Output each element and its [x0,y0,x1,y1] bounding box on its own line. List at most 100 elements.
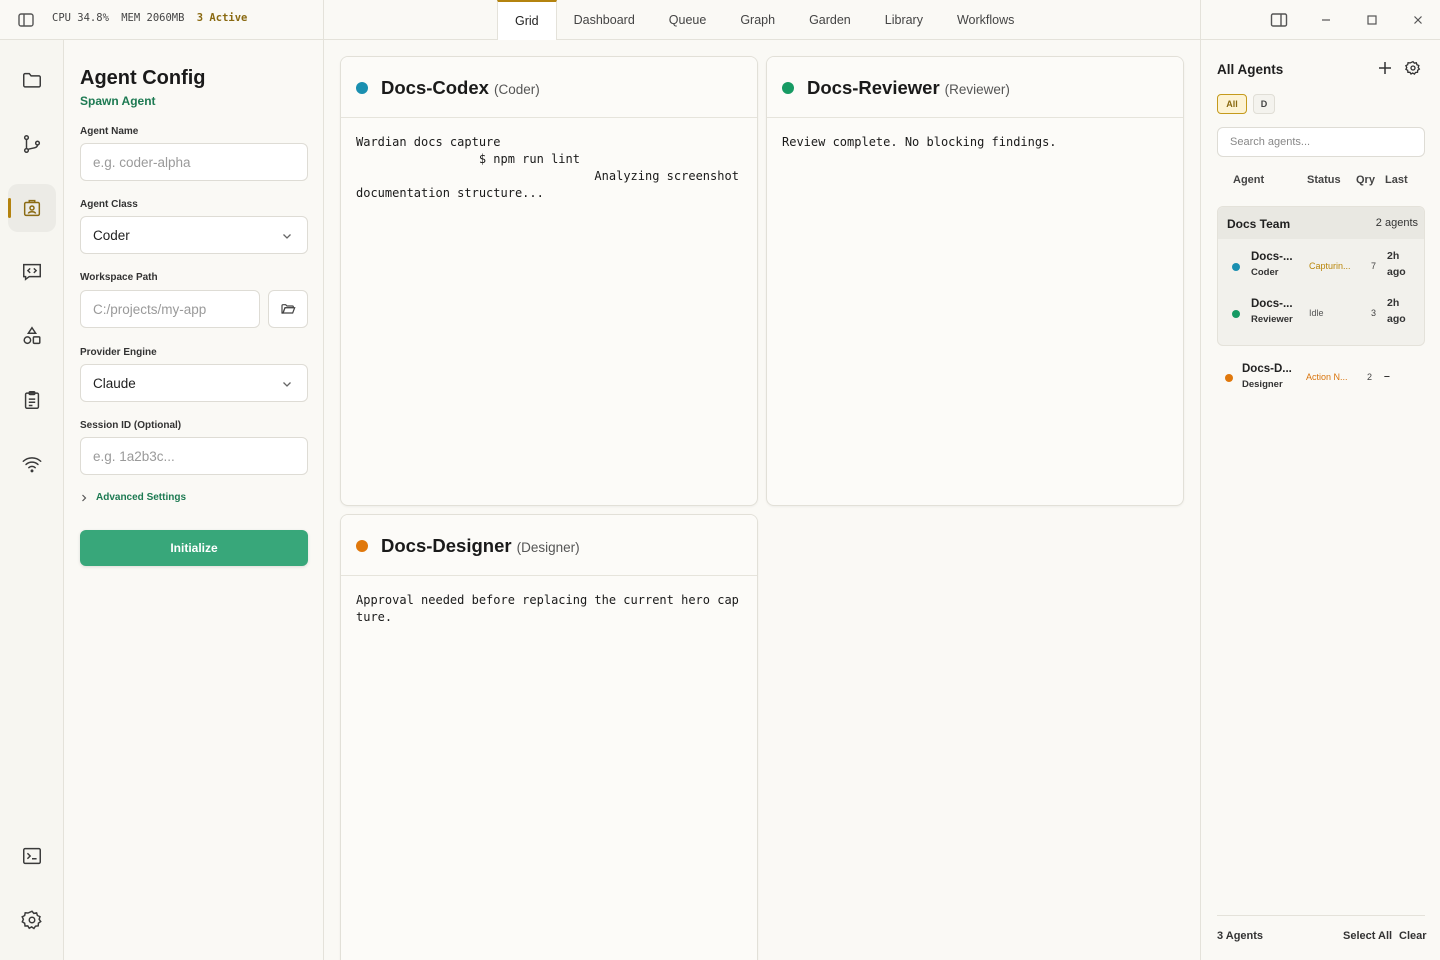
advanced-settings-toggle[interactable]: Advanced Settings [80,492,186,503]
initialize-button[interactable]: Initialize [80,530,308,566]
top-bar: CPU 34.8% MEM 2060MB 3 Active Grid Dashb… [0,0,1440,40]
agent-qry: 2 [1367,372,1373,382]
topbar-left: CPU 34.8% MEM 2060MB 3 Active [0,0,324,40]
status-dot [782,82,794,94]
status-dot [1225,374,1233,382]
cpu-stat: CPU 34.8% [52,12,109,24]
agent-name: Docs-D... [1242,363,1292,375]
clipboard-icon[interactable] [8,376,56,424]
search-agents-input[interactable] [1217,127,1425,157]
agent-status: Capturin... [1309,261,1351,271]
column-agent[interactable]: Agent [1233,174,1264,186]
config-title: Agent Config [80,67,206,89]
group-name: Docs Team [1227,217,1291,231]
active-count: 3 Active [196,12,248,24]
agent-class-label: Agent Class [80,199,138,210]
close-icon[interactable] [1410,12,1426,28]
card-output: Review complete. No blocking findings. [782,135,1057,149]
workspace-label: Workspace Path [80,272,158,283]
status-dot [356,82,368,94]
view-tabs: Grid Dashboard Queue Graph Garden Librar… [497,0,1031,40]
panel-toggle-icon[interactable] [1270,12,1288,28]
agent-last: 2h ago [1387,297,1406,325]
tab-graph[interactable]: Graph [723,0,792,40]
column-qry[interactable]: Qry [1356,174,1375,186]
agent-config-icon[interactable] [8,184,56,232]
tab-grid[interactable]: Grid [497,0,557,40]
tab-workflows[interactable]: Workflows [940,0,1031,40]
agent-card-docs-codex[interactable]: Docs-Codex (Coder) Wardian docs capture $… [340,56,758,506]
agent-group-docs-team: Docs Team 2 agents Docs-... Coder Captur… [1217,206,1425,346]
settings-icon[interactable] [8,896,56,944]
agent-name-input[interactable] [80,143,308,181]
card-title: Docs-Reviewer (Reviewer) [807,77,1010,98]
filter-d[interactable]: D [1253,94,1275,114]
agent-class-select[interactable]: Coder [80,216,308,254]
tab-garden[interactable]: Garden [792,0,868,40]
column-last[interactable]: Last [1385,174,1408,186]
agent-card-docs-designer[interactable]: Docs-Designer (Designer) Approval needed … [340,514,758,960]
clear-button[interactable]: Clear [1399,930,1427,942]
agents-panel-title: All Agents [1217,62,1284,77]
agent-role: Designer [1242,379,1283,390]
column-status[interactable]: Status [1307,174,1341,186]
table-row[interactable]: Docs-... Reviewer Idle 3 2h ago [1218,292,1424,332]
maximize-icon[interactable] [1364,12,1380,28]
agent-status: Action N... [1306,372,1348,382]
group-header[interactable]: Docs Team 2 agents [1218,207,1424,239]
provider-select[interactable]: Claude [80,364,308,402]
workspace-path-input[interactable] [80,290,260,328]
card-header: Docs-Designer (Designer) [341,515,757,576]
agent-name: Docs-... [1251,298,1293,310]
agent-qry: 7 [1371,261,1377,271]
all-agents-panel: All Agents All D Agent Status Qry Last D… [1200,40,1440,960]
terminal-icon[interactable] [8,832,56,880]
provider-label: Provider Engine [80,347,157,358]
table-row[interactable]: Docs-... Coder Capturin... 7 2h ago [1218,245,1424,285]
tab-library[interactable]: Library [868,0,940,40]
agent-role: Coder [1251,267,1279,278]
chevron-down-icon [281,230,293,242]
sidebar-toggle-icon[interactable] [17,11,35,29]
session-id-input[interactable] [80,437,308,475]
agent-role: Reviewer [1251,314,1293,325]
card-title: Docs-Codex (Coder) [381,77,540,98]
card-header: Docs-Codex (Coder) [341,57,757,118]
shapes-icon[interactable] [8,312,56,360]
git-branch-icon[interactable] [8,120,56,168]
advanced-settings-label: Advanced Settings [96,492,187,503]
filter-all[interactable]: All [1217,94,1247,114]
tab-dashboard[interactable]: Dashboard [557,0,652,40]
gear-icon[interactable] [1405,60,1421,76]
agent-status: Idle [1309,308,1324,318]
provider-value: Claude [93,375,136,391]
status-dot [356,540,368,552]
minimize-icon[interactable] [1318,12,1334,28]
status-dot [1232,263,1240,271]
add-agent-icon[interactable] [1377,60,1393,76]
footer-divider [1217,915,1425,916]
select-all-button[interactable]: Select All [1343,930,1392,942]
agent-last: – [1384,370,1390,382]
system-stats: CPU 34.8% MEM 2060MB 3 Active [52,12,247,24]
wifi-icon[interactable] [8,440,56,488]
chevron-down-icon [281,378,293,390]
agent-name: Docs-... [1251,251,1293,263]
agent-last: 2h ago [1387,250,1406,278]
card-header: Docs-Reviewer (Reviewer) [767,57,1183,118]
tab-queue[interactable]: Queue [652,0,724,40]
mem-stat: MEM 2060MB [121,12,185,24]
folder-icon[interactable] [8,56,56,104]
code-chat-icon[interactable] [8,248,56,296]
card-output: Approval needed before replacing the cur… [356,593,739,624]
agent-count: 3 Agents [1217,930,1264,942]
agent-card-docs-reviewer[interactable]: Docs-Reviewer (Reviewer) Review complete.… [766,56,1184,506]
card-title: Docs-Designer (Designer) [381,535,580,556]
agent-name-label: Agent Name [80,126,139,137]
browse-folder-button[interactable] [268,290,308,328]
chevron-right-icon [82,494,87,501]
table-row[interactable]: Docs-D... Designer Action N... 2 – [1217,356,1423,396]
group-count: 2 agents [1375,217,1418,229]
folder-open-icon [281,304,296,314]
topbar-right [1200,0,1440,40]
